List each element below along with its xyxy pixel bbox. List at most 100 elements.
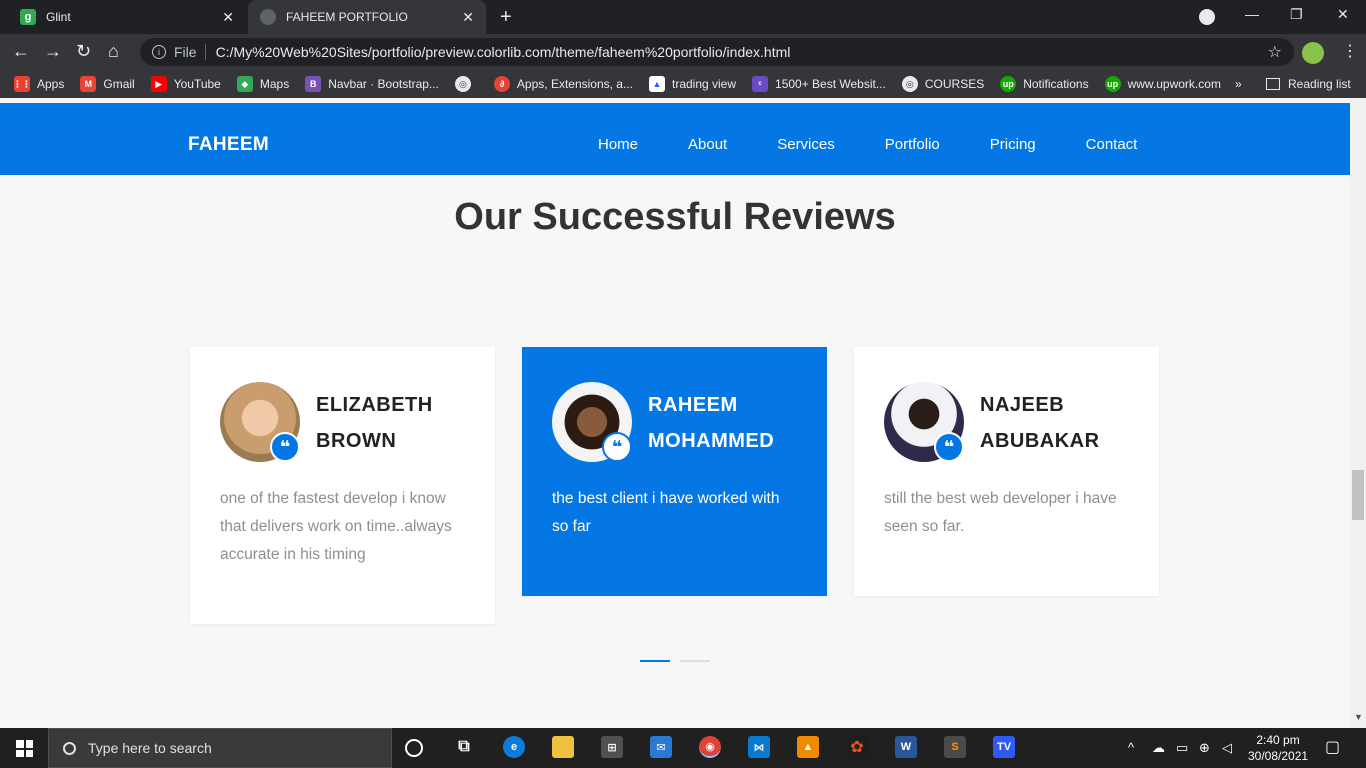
browser-tab-strip: g Glint ✕ FAHEEM PORTFOLIO ✕ + — ❐ ✕ (0, 0, 1366, 34)
tray-chevron-icon[interactable]: ^ (1128, 740, 1134, 755)
bookmark-colorlib[interactable]: c 1500+ Best Websit... (752, 76, 886, 92)
language-globe-icon[interactable]: ⊕ (1199, 740, 1210, 756)
new-tab-plus-icon[interactable]: + (500, 6, 512, 29)
carousel-dot-active[interactable] (640, 660, 670, 662)
vscode-icon[interactable]: ⋈ (748, 736, 770, 758)
bookmark-star-icon[interactable]: ☆ (1268, 42, 1282, 62)
notifications-icon[interactable]: ▢ (1325, 737, 1340, 757)
clock-time: 2:40 pm (1256, 733, 1300, 747)
review-text: still the best web developer i have seen… (884, 490, 1117, 535)
tab-search-icon[interactable] (1199, 9, 1215, 25)
maps-icon: ◆ (236, 76, 253, 92)
chrome-icon[interactable]: ◉ (699, 736, 721, 758)
review-text: one of the fastest develop i know that d… (220, 490, 452, 563)
restore-icon[interactable]: ❐ (1290, 6, 1303, 23)
bookmark-bootstrap[interactable]: B Navbar · Bootstrap... (305, 76, 439, 92)
search-placeholder: Type here to search (88, 740, 212, 756)
reload-icon[interactable]: ↻ (76, 42, 91, 60)
quote-icon: ❝ (270, 432, 300, 462)
youtube-icon: ▶ (150, 76, 167, 92)
page-scrollbar[interactable] (1350, 98, 1366, 728)
word-icon[interactable]: W (895, 736, 917, 758)
forward-arrow-icon[interactable]: → (44, 42, 62, 60)
glint-favicon-icon: g (20, 9, 36, 25)
quote-icon: ❝ (934, 432, 964, 462)
section-title: Our Successful Reviews (454, 196, 896, 238)
bookmark-extensions[interactable]: ∂ Apps, Extensions, a... (493, 76, 633, 92)
review-card-highlighted: ❝ RAHEEM MOHAMMED the best client i have… (522, 347, 827, 596)
battery-icon[interactable]: ▭ (1176, 740, 1188, 756)
bookmark-globe[interactable]: ◎ (454, 76, 478, 92)
bookmarks-overflow-button[interactable]: » (1235, 77, 1242, 91)
window-close-icon[interactable]: ✕ (1337, 6, 1349, 23)
globe-icon: ◎ (454, 76, 471, 92)
tab-title: FAHEEM PORTFOLIO (286, 10, 408, 24)
address-bar[interactable]: i File C:/My%20Web%20Sites/portfolio/pre… (140, 38, 1294, 66)
reading-list-icon (1266, 78, 1280, 90)
taskbar-clock[interactable]: 2:40 pm 30/08/2021 (1248, 732, 1308, 764)
nav-about[interactable]: About (688, 136, 727, 153)
apps-grid-icon: ⋮⋮ (13, 76, 31, 92)
upwork-icon: up (1104, 76, 1121, 92)
home-icon[interactable]: ⌂ (108, 42, 119, 60)
sublime-icon[interactable]: S (944, 736, 966, 758)
nav-portfolio[interactable]: Portfolio (885, 136, 940, 153)
volume-icon[interactable]: ◁ (1222, 740, 1232, 756)
scrollbar-thumb[interactable] (1352, 470, 1364, 520)
bookmark-upwork[interactable]: up www.upwork.com (1104, 76, 1221, 92)
vlc-icon[interactable]: ▲ (797, 736, 819, 758)
tab-close-icon[interactable]: ✕ (462, 9, 474, 26)
figma-icon[interactable]: ✿ (846, 736, 868, 758)
network-cloud-icon[interactable]: ☁ (1152, 740, 1165, 756)
tab-title: Glint (46, 10, 71, 24)
bookmark-trading-view[interactable]: ▲ trading view (648, 76, 736, 92)
reviewer-name: RAHEEM MOHAMMED (648, 394, 775, 452)
reading-list-button[interactable]: Reading list (1266, 70, 1351, 98)
bootstrap-icon: B (305, 76, 322, 92)
bookmark-apps[interactable]: ⋮⋮ Apps (13, 76, 64, 92)
tab-glint[interactable]: g Glint ✕ (8, 0, 246, 34)
reviewer-name: ELIZABETH BROWN (316, 394, 433, 452)
task-view-icon[interactable]: ⧉ (453, 736, 475, 758)
globe-favicon-icon (260, 9, 276, 25)
store-icon[interactable]: ⊞ (601, 736, 623, 758)
quote-icon: ❝ (602, 432, 632, 462)
taskbar-search-box[interactable]: Type here to search (48, 728, 392, 768)
clock-date: 30/08/2021 (1248, 749, 1309, 763)
windows-start-icon[interactable] (16, 740, 33, 757)
url-text[interactable]: C:/My%20Web%20Sites/portfolio/preview.co… (216, 44, 791, 60)
nav-contact[interactable]: Contact (1086, 136, 1138, 153)
nav-services[interactable]: Services (777, 136, 835, 153)
carousel-pagination (640, 660, 720, 662)
review-card: ❝ ELIZABETH BROWN one of the fastest dev… (190, 347, 495, 624)
edge-icon[interactable]: e (503, 736, 525, 758)
menu-kebab-icon[interactable]: ⋮ (1342, 41, 1358, 61)
bookmark-maps[interactable]: ◆ Maps (236, 76, 289, 92)
bookmark-courses[interactable]: ◎ COURSES (901, 76, 984, 92)
cortana-icon[interactable] (405, 739, 423, 757)
nav-pricing[interactable]: Pricing (990, 136, 1036, 153)
bookmark-youtube[interactable]: ▶ YouTube (150, 76, 221, 92)
globe-icon: ◎ (901, 76, 918, 92)
app-icon[interactable]: TV (993, 736, 1015, 758)
scroll-down-arrow-icon[interactable]: ▼ (1354, 712, 1363, 722)
bookmark-notifications[interactable]: up Notifications (1000, 76, 1089, 92)
tab-faheem-portfolio[interactable]: FAHEEM PORTFOLIO ✕ (248, 0, 486, 34)
back-arrow-icon[interactable]: ← (12, 42, 30, 60)
nav-home[interactable]: Home (598, 136, 638, 153)
site-navbar: FAHEEM Home About Services Portfolio Pri… (0, 103, 1350, 175)
bookmark-gmail[interactable]: M Gmail (80, 76, 135, 92)
site-info-icon[interactable]: i (152, 45, 166, 59)
site-nav: Home About Services Portfolio Pricing Co… (598, 136, 1187, 153)
scheme-label: File (174, 44, 197, 60)
profile-avatar[interactable] (1302, 42, 1324, 64)
review-card: ❝ NAJEEB ABUBAKAR still the best web dev… (854, 347, 1159, 596)
carousel-dot[interactable] (680, 660, 710, 662)
tab-close-icon[interactable]: ✕ (222, 9, 234, 26)
file-explorer-icon[interactable] (552, 736, 574, 758)
colorlib-icon: c (752, 76, 769, 92)
mail-icon[interactable]: ✉ (650, 736, 672, 758)
extensions-icon: ∂ (493, 76, 510, 92)
minimize-icon[interactable]: — (1245, 6, 1259, 22)
site-brand[interactable]: FAHEEM (188, 134, 269, 156)
